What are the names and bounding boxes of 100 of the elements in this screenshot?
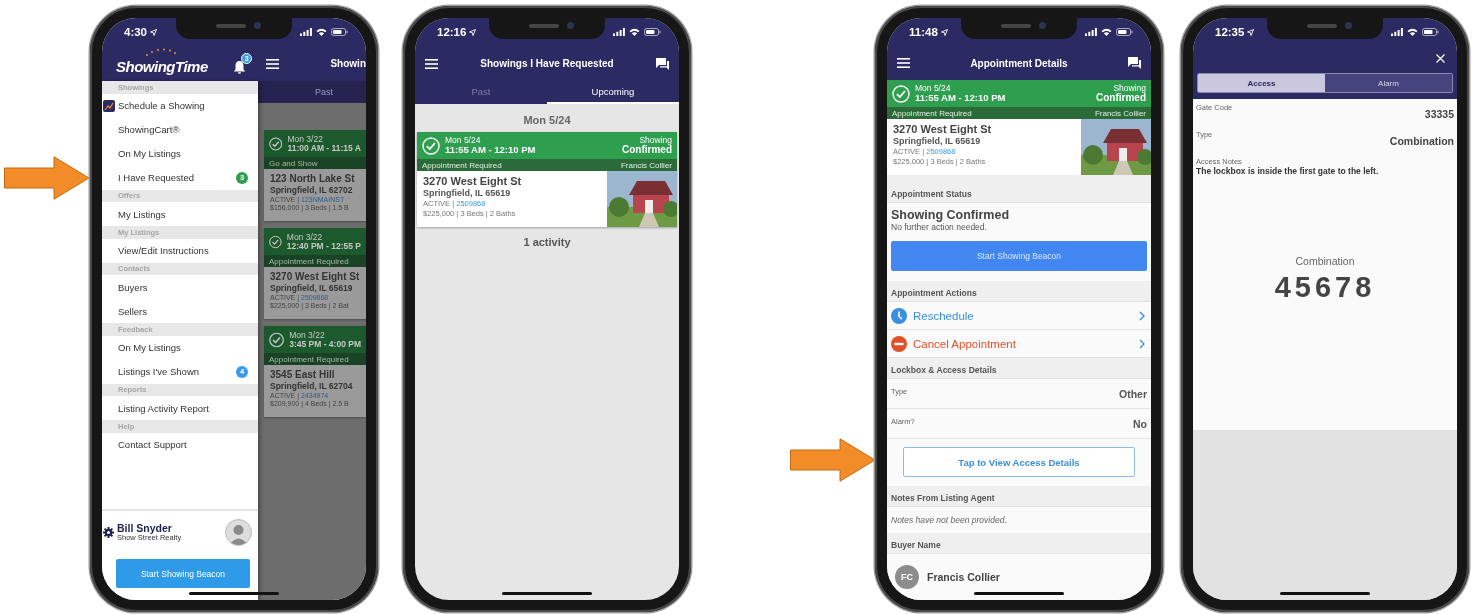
chevron-icon xyxy=(1139,338,1145,349)
bell-icon[interactable] xyxy=(233,59,246,74)
buyer-name: Francis Collier xyxy=(927,571,1000,583)
status-label: Showing xyxy=(1113,83,1146,93)
listing-address: 123 North Lake St xyxy=(270,173,356,184)
close-icon[interactable] xyxy=(1436,53,1445,63)
showing-time: 11:55 AM - 12:10 PM xyxy=(445,144,536,155)
listing-address: 3270 West Eight St xyxy=(423,175,523,187)
action-row[interactable]: Cancel Appointment xyxy=(887,330,1151,358)
status-value: Confirmed xyxy=(1096,92,1146,104)
menu-item[interactable]: My Listings xyxy=(102,202,258,226)
chevron-icon xyxy=(1139,310,1145,321)
menu-item[interactable]: On My Listings xyxy=(102,335,258,360)
showing-date: Mon 3/22 xyxy=(286,232,324,242)
screen-title: Showings I Have Requested xyxy=(479,58,615,69)
battery-icon xyxy=(331,28,348,36)
initials-avatar: FC xyxy=(895,565,919,589)
listing-address: 3545 East Hill xyxy=(270,369,336,380)
requirement-text: Appointment Required xyxy=(269,256,349,266)
showing-time: 3:45 PM - 4:00 PM xyxy=(289,339,361,349)
arrow-icon xyxy=(4,156,90,200)
status-time: 12:16 xyxy=(437,26,467,38)
location-arrow-icon xyxy=(150,28,158,36)
agent-name: Francis Collier xyxy=(1094,108,1146,118)
signal-icon xyxy=(300,28,312,36)
code-label: Combination xyxy=(1295,255,1355,267)
listing-city: Springfield, IL 65619 xyxy=(423,188,512,198)
menu-item-label: On My Listings xyxy=(118,342,181,353)
view-access-button[interactable]: Tap to View Access Details xyxy=(903,447,1135,477)
status-subtitle: No further action needed. xyxy=(890,222,988,232)
menu-item[interactable]: Schedule a Showing xyxy=(102,93,258,118)
notes-text: Notes have not been provided. xyxy=(887,507,1151,533)
showing-date: Mon 3/22 xyxy=(289,330,326,340)
menu-item-label: Listing Activity Report xyxy=(118,402,209,414)
signal-icon xyxy=(1391,28,1403,36)
chat-icon[interactable] xyxy=(656,57,669,70)
chat-icon[interactable] xyxy=(1128,57,1141,69)
action-label: Cancel Appointment xyxy=(913,337,1016,350)
tab[interactable]: Access xyxy=(1198,74,1325,92)
menu-item-label: Sellers xyxy=(118,305,148,317)
status-time: 4:30 xyxy=(124,26,148,38)
menu-item-label: On My Listings xyxy=(118,148,181,159)
check-circle-icon xyxy=(269,134,283,153)
location-arrow-icon xyxy=(940,28,948,36)
showing-date: Mon 5/24 xyxy=(915,84,952,93)
listing-city: Springfield, IL 62704 xyxy=(270,381,354,391)
clock-icon xyxy=(891,307,907,324)
wifi-icon xyxy=(1101,28,1112,36)
showing-time: 11:55 AM - 12:10 PM xyxy=(915,92,1006,103)
menu-item[interactable]: On My Listings xyxy=(102,141,258,166)
menu-item-label: I Have Requested xyxy=(118,172,195,183)
showing-date: Mon 3/22 xyxy=(287,134,324,144)
menu-icon[interactable] xyxy=(425,58,438,69)
menu-item-label: Buyers xyxy=(118,281,148,293)
signal-icon xyxy=(613,28,625,36)
field-value: Combination xyxy=(1389,135,1454,147)
tab[interactable]: Alarm xyxy=(1325,74,1452,92)
menu-icon[interactable] xyxy=(897,58,910,68)
signal-icon xyxy=(1085,28,1097,36)
avatar xyxy=(225,519,252,546)
field-value: 33335 xyxy=(1424,108,1454,120)
status-time: 11:48 xyxy=(909,26,938,38)
status-value: Confirmed xyxy=(622,144,672,156)
listing-city: Springfield, IL 65619 xyxy=(893,136,982,146)
menu-item[interactable]: Buyers xyxy=(102,275,258,299)
menu-item[interactable]: Listing Activity Report xyxy=(102,396,258,420)
settings-icon[interactable] xyxy=(103,527,114,538)
menu-item-label: My Listings xyxy=(118,208,166,220)
tab[interactable]: Upcoming xyxy=(547,81,679,104)
check-circle-icon xyxy=(892,84,910,103)
battery-icon xyxy=(644,28,661,36)
field-value: Other xyxy=(1119,387,1147,400)
wifi-icon xyxy=(629,28,640,36)
listing-city: Springfield, IL 65619 xyxy=(270,283,354,293)
requirement-text: Go and Show xyxy=(269,158,318,168)
check-circle-icon xyxy=(269,330,285,349)
screen-title: Appointment Details xyxy=(969,57,1069,69)
menu-item[interactable]: ShowingCart® xyxy=(102,117,258,142)
listing-address: 3270 West Eight St xyxy=(270,271,360,282)
menu-icon[interactable] xyxy=(266,58,279,69)
showing-time: 11:00 AM - 11:15 A xyxy=(287,143,361,153)
chart-icon xyxy=(103,99,115,112)
menu-item-label: Contact Support xyxy=(118,439,187,450)
status-label: Showing xyxy=(639,135,672,145)
arrow-icon xyxy=(790,438,876,482)
date-header: Mon 5/24 xyxy=(522,113,572,128)
user-name: Bill Snyder xyxy=(117,522,173,534)
menu-item[interactable]: Sellers xyxy=(102,299,258,323)
menu-item-label: View/Edit Instructions xyxy=(118,245,209,256)
listing-address: 3270 West Eight St xyxy=(893,123,993,135)
requirement-text: Appointment Required xyxy=(892,108,972,118)
activity-count: 1 activity xyxy=(522,235,572,250)
wifi-icon xyxy=(1407,28,1418,36)
menu-item[interactable]: View/Edit Instructions xyxy=(102,238,258,263)
menu-item[interactable]: Contact Support xyxy=(102,432,258,457)
access-notes: The lockbox is inside the first gate to the left. xyxy=(1195,166,1380,176)
field-value: No xyxy=(1133,417,1147,430)
requirement-text: Appointment Required xyxy=(269,354,349,364)
check-circle-icon xyxy=(422,136,440,155)
wifi-icon xyxy=(316,28,327,36)
